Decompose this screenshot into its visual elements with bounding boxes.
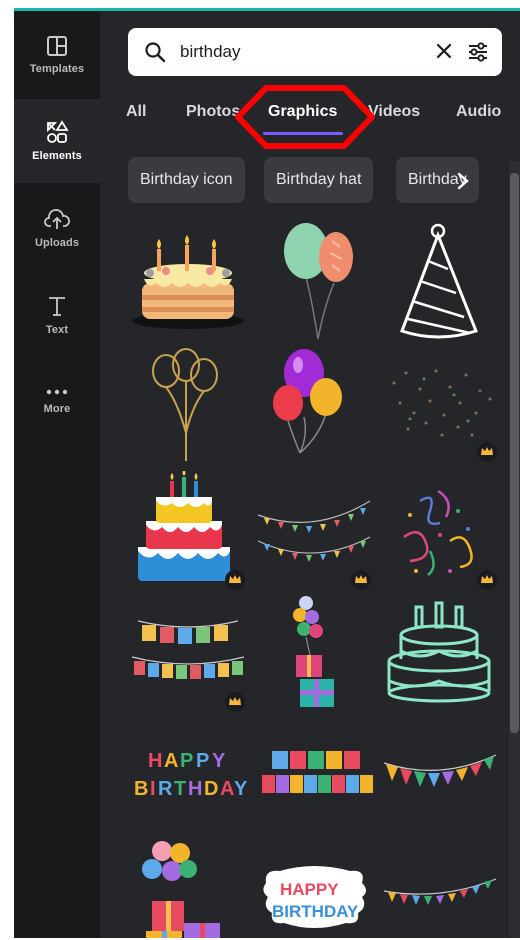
rail-label-more: More xyxy=(43,403,71,415)
svg-text:P: P xyxy=(180,750,193,772)
gold-balloons-outline-graphic xyxy=(152,348,218,461)
svg-text:I: I xyxy=(150,778,156,800)
side-rail: Templates Elements Uploads Text More xyxy=(14,11,100,938)
upload-cloud-icon xyxy=(44,209,70,229)
neon-cake-outline-graphic xyxy=(387,601,491,703)
premium-crown-icon xyxy=(477,570,497,590)
svg-text:Y: Y xyxy=(234,778,248,800)
result-party-hat[interactable] xyxy=(380,221,500,341)
rail-item-uploads[interactable]: Uploads xyxy=(14,187,100,271)
text-icon xyxy=(49,297,65,316)
premium-crown-icon xyxy=(225,570,245,590)
svg-text:T: T xyxy=(174,778,186,800)
svg-text:A: A xyxy=(220,778,234,800)
elements-panel: All Photos Graphics Videos Audio Birthda… xyxy=(100,11,520,938)
premium-crown-icon xyxy=(351,570,371,590)
result-layered-birthday-cake[interactable] xyxy=(128,469,248,591)
result-confetti-sparkles[interactable] xyxy=(380,343,500,463)
result-streamers-confetti[interactable] xyxy=(380,471,500,591)
result-birthday-cake-candles[interactable] xyxy=(128,221,248,341)
balloons-gift-boxes-graphic xyxy=(293,596,334,707)
search-input[interactable] xyxy=(180,38,410,66)
svg-text:H: H xyxy=(148,750,162,772)
more-dots-icon xyxy=(46,389,68,395)
result-neon-cake-outline[interactable] xyxy=(380,593,500,713)
tab-photos[interactable]: Photos xyxy=(186,103,240,121)
colorful-balloons-graphic xyxy=(273,349,342,454)
results-scrollbar[interactable] xyxy=(509,161,520,938)
premium-crown-icon xyxy=(477,442,497,462)
app-frame: Templates Elements Uploads Text More All xyxy=(14,8,520,938)
chevron-right-icon[interactable] xyxy=(456,172,470,190)
svg-text:R: R xyxy=(158,778,173,800)
tab-audio[interactable]: Audio xyxy=(456,103,501,121)
balloons-pair-graphic xyxy=(284,223,353,340)
rail-label-text: Text xyxy=(45,324,69,336)
suggestion-chips: Birthday icon Birthday hat Birthday xyxy=(128,157,502,203)
rail-item-templates[interactable]: Templates xyxy=(14,13,100,97)
rail-label-uploads: Uploads xyxy=(34,237,80,249)
happy-birthday-badge-graphic: HAPPY BIRTHDAY xyxy=(263,866,366,928)
rail-item-elements[interactable]: Elements xyxy=(14,99,100,183)
result-triangle-bunting[interactable] xyxy=(380,839,500,938)
happy-birthday-lettering-graphic: HAPPY BIRTHDAY xyxy=(134,750,248,800)
filter-sliders-icon[interactable] xyxy=(466,40,490,64)
triangle-bunting-graphic xyxy=(383,878,497,905)
premium-crown-icon xyxy=(476,937,498,938)
svg-text:B: B xyxy=(134,778,148,800)
rail-item-more[interactable]: More xyxy=(14,359,100,443)
red-highlight-annotation xyxy=(235,85,375,149)
result-bunting-garland[interactable] xyxy=(254,471,374,591)
svg-text:P: P xyxy=(196,750,209,772)
premium-crown-icon xyxy=(350,937,372,938)
elements-icon xyxy=(47,120,69,143)
svg-text:H: H xyxy=(188,778,202,800)
search-bar[interactable] xyxy=(128,28,502,76)
result-balloons-gift-boxes[interactable] xyxy=(254,593,374,713)
result-happy-birthday-lettering[interactable]: HAPPY BIRTHDAY xyxy=(128,721,248,841)
results-grid: HAPPY BIRTHDAY HAPPY BIRTHDAY xyxy=(128,221,504,938)
rail-label-templates: Templates xyxy=(29,63,85,75)
result-balloons-presents[interactable] xyxy=(128,839,248,938)
scrollbar-thumb[interactable] xyxy=(510,173,519,733)
rail-label-elements: Elements xyxy=(32,150,82,162)
search-icon xyxy=(145,42,166,63)
result-colorful-balloons[interactable] xyxy=(254,343,374,463)
pennant-flags-graphic xyxy=(383,754,497,787)
chip-birthday-hat[interactable]: Birthday hat xyxy=(264,157,374,203)
chip-birthday-icon[interactable]: Birthday icon xyxy=(128,157,245,203)
rail-item-text[interactable]: Text xyxy=(14,273,100,357)
svg-text:D: D xyxy=(204,778,218,800)
result-happy-birthday-tiles[interactable] xyxy=(254,721,374,841)
svg-text:HAPPY: HAPPY xyxy=(280,880,339,899)
svg-text:Y: Y xyxy=(212,750,226,772)
balloons-presents-graphic xyxy=(142,841,220,938)
happy-birthday-tiles-graphic xyxy=(262,751,373,793)
premium-crown-icon xyxy=(225,692,245,712)
svg-text:BIRTHDAY: BIRTHDAY xyxy=(272,902,359,921)
tab-all[interactable]: All xyxy=(126,103,146,121)
party-hat-graphic xyxy=(400,223,478,339)
result-pennant-flags[interactable] xyxy=(380,721,500,841)
birthday-cake-candles-graphic xyxy=(132,235,244,329)
templates-icon xyxy=(47,36,67,56)
svg-text:A: A xyxy=(164,750,178,772)
result-happy-birthday-banner[interactable] xyxy=(128,593,248,713)
result-happy-birthday-badge[interactable]: HAPPY BIRTHDAY xyxy=(254,839,374,938)
premium-crown-icon xyxy=(224,937,246,938)
result-balloons-pair[interactable] xyxy=(254,221,374,341)
close-icon[interactable] xyxy=(434,41,454,61)
result-gold-balloons-outline[interactable] xyxy=(128,343,248,463)
